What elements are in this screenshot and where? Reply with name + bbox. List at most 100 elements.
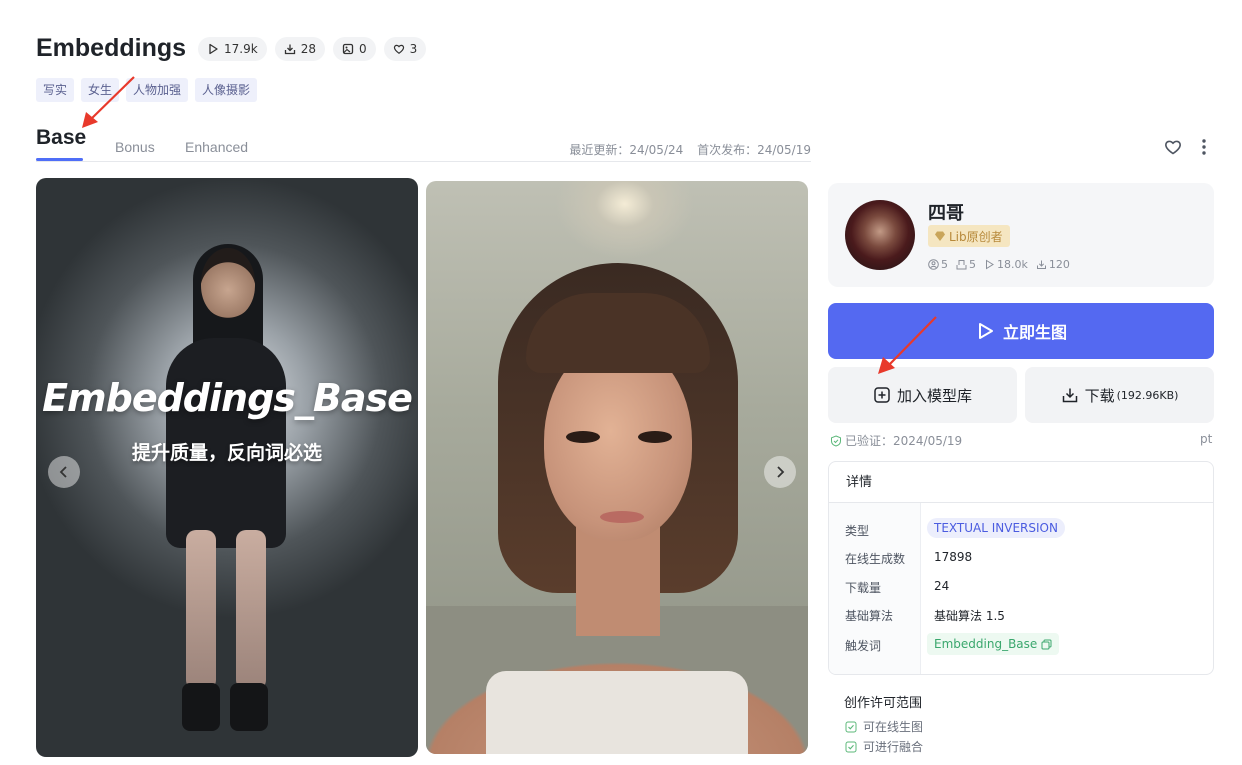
license-item-label: 可在线生图 bbox=[863, 720, 924, 734]
tab-base-label: Base bbox=[36, 126, 87, 149]
page-title: Embeddings bbox=[36, 34, 187, 62]
creator-stat: 5 bbox=[956, 258, 976, 271]
generate-now-label: 立即生图 bbox=[1002, 323, 1067, 342]
stat-play-value: 17.9k bbox=[224, 41, 258, 56]
generate-now-button[interactable]: 立即生图 bbox=[828, 303, 1214, 359]
cover-overlay-subtitle: 提升质量，反向词必选 bbox=[131, 442, 322, 464]
creator-stat-value: 5 bbox=[941, 258, 948, 271]
image-icon bbox=[342, 43, 354, 54]
detail-row-type: 类型 TEXTUAL INVERSION bbox=[829, 518, 1213, 542]
figure-boot bbox=[230, 683, 268, 731]
gallery-next-button[interactable] bbox=[764, 456, 796, 488]
heart-icon bbox=[393, 44, 404, 54]
play-icon bbox=[986, 259, 994, 270]
license-title: 创作许可范围 bbox=[844, 696, 923, 711]
tag-item[interactable]: 人物加强 bbox=[126, 78, 189, 102]
trigger-word: Embedding_Base bbox=[934, 637, 1038, 651]
version-tabs: Base Bonus Enhanced 最近更新：24/05/24 首次发布：2… bbox=[36, 126, 811, 162]
figure-leg bbox=[236, 530, 266, 690]
chevron-right-icon bbox=[777, 466, 785, 478]
avatar[interactable] bbox=[845, 200, 915, 270]
detail-row-trigger: 触发词 Embedding_Base bbox=[829, 633, 1213, 657]
gallery-image-cover[interactable]: Embeddings_Base 提升质量，反向词必选 bbox=[36, 178, 418, 757]
creator-badge: Lib原创者 bbox=[928, 225, 1010, 247]
header: Embeddings 17.9k 28 0 3 bbox=[36, 34, 434, 63]
creator-stat-value: 18.0k bbox=[997, 258, 1028, 271]
tab-base[interactable]: Base bbox=[36, 126, 87, 161]
tab-bonus[interactable]: Bonus bbox=[115, 139, 155, 155]
creator-card[interactable]: 四哥 Lib原创者 5 5 18.0k 120 bbox=[828, 183, 1214, 287]
creator-stat-value: 120 bbox=[1048, 258, 1070, 271]
creator-stat: 5 bbox=[928, 258, 948, 271]
detail-label: 下载量 bbox=[845, 581, 882, 595]
portrait-neck bbox=[576, 526, 660, 636]
creator-name[interactable]: 四哥 bbox=[928, 199, 964, 225]
more-options-icon[interactable] bbox=[1196, 137, 1212, 157]
license-item: 可在线生图 bbox=[845, 718, 923, 735]
gallery-prev-button[interactable] bbox=[48, 456, 80, 488]
shield-check-icon bbox=[831, 434, 841, 447]
detail-value: 17898 bbox=[934, 550, 973, 564]
download-icon bbox=[1062, 388, 1077, 403]
detail-label: 在线生成数 bbox=[845, 552, 906, 566]
download-size: (192.96KB) bbox=[1116, 388, 1179, 402]
license-item: 可进行融合 bbox=[845, 738, 923, 755]
stat-download-value: 28 bbox=[300, 41, 316, 56]
trigger-word-pill[interactable]: Embedding_Base bbox=[927, 633, 1060, 655]
stat-like-value: 3 bbox=[409, 41, 418, 56]
user-icon bbox=[928, 259, 939, 270]
details-panel: 详情 类型 TEXTUAL INVERSION 在线生成数 17898 下载量 … bbox=[828, 461, 1214, 675]
detail-value: 基础算法 1.5 bbox=[934, 609, 1005, 623]
copy-icon[interactable] bbox=[1041, 639, 1052, 650]
detail-value: 24 bbox=[934, 579, 950, 593]
license-item-label: 可进行融合 bbox=[863, 740, 924, 754]
creator-badge-label: Lib原创者 bbox=[949, 229, 1003, 244]
portrait-top bbox=[486, 671, 748, 754]
tag-item[interactable]: 女生 bbox=[81, 78, 120, 102]
portrait-eye bbox=[638, 431, 672, 443]
stat-like-count[interactable]: 3 bbox=[383, 36, 427, 61]
detail-row-base-model: 基础算法 基础算法 1.5 bbox=[829, 603, 1213, 627]
tab-enhanced[interactable]: Enhanced bbox=[185, 139, 248, 155]
portrait-bangs bbox=[526, 293, 710, 373]
stat-download-count: 28 bbox=[274, 36, 325, 61]
detail-row-downloads: 下载量 24 bbox=[829, 575, 1213, 599]
play-icon bbox=[209, 43, 218, 54]
portrait-eye bbox=[566, 431, 600, 443]
creator-stat: 120 bbox=[1036, 258, 1070, 271]
favorite-heart-icon[interactable] bbox=[1163, 137, 1183, 157]
download-button[interactable]: 下载 (192.96KB) bbox=[1025, 367, 1214, 423]
download-icon bbox=[1036, 260, 1046, 269]
download-icon bbox=[284, 44, 295, 54]
active-tab-indicator bbox=[36, 158, 83, 161]
detail-label: 类型 bbox=[845, 524, 870, 538]
check-square-icon bbox=[845, 741, 857, 752]
verified-status: 已验证：2024/05/19 bbox=[830, 432, 962, 449]
type-badge: TEXTUAL INVERSION bbox=[927, 518, 1065, 538]
add-to-library-label: 加入模型库 bbox=[896, 386, 972, 405]
figure-boot bbox=[182, 683, 220, 731]
tag-item[interactable]: 人像摄影 bbox=[195, 78, 258, 102]
tag-item[interactable]: 写实 bbox=[36, 78, 75, 102]
figure-head bbox=[201, 248, 255, 318]
detail-label: 触发词 bbox=[845, 639, 882, 653]
detail-label: 基础算法 bbox=[845, 609, 894, 623]
first-published: 首次发布：24/05/19 bbox=[697, 143, 811, 157]
figure-leg bbox=[186, 530, 216, 690]
play-icon bbox=[978, 323, 993, 339]
download-label: 下载 bbox=[1084, 386, 1115, 405]
creator-stat: 18.0k bbox=[984, 258, 1028, 271]
creator-stats: 5 5 18.0k 120 bbox=[928, 258, 1078, 271]
chevron-left-icon bbox=[59, 466, 67, 478]
plus-square-icon bbox=[874, 387, 890, 403]
portrait-lips bbox=[600, 511, 644, 523]
gallery-image-portrait[interactable] bbox=[426, 181, 808, 754]
stat-image-value: 0 bbox=[358, 41, 367, 56]
file-format: pt bbox=[1200, 432, 1213, 446]
cover-overlay-title: Embeddings_Base bbox=[42, 376, 413, 420]
check-square-icon bbox=[845, 721, 857, 732]
tag-list: 写实 女生 人物加强 人像摄影 bbox=[36, 78, 264, 102]
add-to-library-button[interactable]: 加入模型库 bbox=[828, 367, 1017, 423]
stat-play-count: 17.9k bbox=[198, 36, 267, 61]
details-heading: 详情 bbox=[829, 462, 1213, 503]
